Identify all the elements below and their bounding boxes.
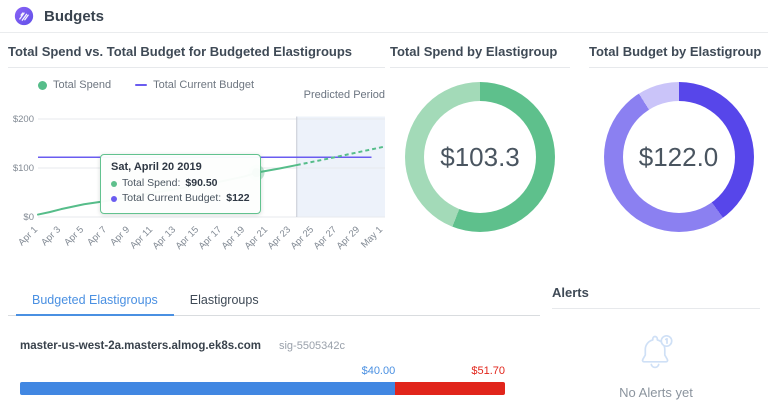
legend-label: Total Spend bbox=[53, 79, 111, 91]
section-divider bbox=[8, 67, 385, 68]
section-divider bbox=[589, 67, 768, 68]
svg-text:Apr 7: Apr 7 bbox=[85, 224, 109, 248]
svg-text:Apr 25: Apr 25 bbox=[289, 224, 317, 252]
tooltip-spend-row: Total Spend: $90.50 bbox=[111, 176, 250, 191]
total-budget-donut-section: Total Budget by Elastigroup $122.0 bbox=[589, 44, 768, 232]
alerts-section: Alerts No Alerts yet bbox=[552, 285, 760, 400]
svg-text:$100: $100 bbox=[13, 163, 34, 174]
svg-text:Apr 17: Apr 17 bbox=[197, 224, 225, 252]
page-title: Budgets bbox=[44, 8, 104, 25]
tooltip-date: Sat, April 20 2019 bbox=[111, 161, 250, 173]
budget-bar bbox=[20, 382, 505, 395]
legend-total-spend[interactable]: Total Spend bbox=[38, 79, 111, 91]
legend-total-current-budget[interactable]: Total Current Budget bbox=[135, 79, 254, 91]
bell-icon bbox=[633, 329, 679, 373]
svg-text:Apr 27: Apr 27 bbox=[312, 224, 340, 252]
budget-bar-over bbox=[395, 382, 505, 395]
total-budget-donut-title: Total Budget by Elastigroup bbox=[589, 44, 768, 59]
svg-text:Apr 1: Apr 1 bbox=[16, 224, 40, 248]
svg-text:Apr 3: Apr 3 bbox=[39, 224, 63, 248]
chart-tooltip: Sat, April 20 2019 Total Spend: $90.50 T… bbox=[100, 154, 261, 214]
section-divider bbox=[552, 308, 760, 309]
legend-label: Total Current Budget bbox=[153, 79, 254, 91]
tab-elastigroups[interactable]: Elastigroups bbox=[174, 285, 275, 316]
tooltip-budget-value: $122 bbox=[226, 191, 249, 206]
app-header: Budgets bbox=[0, 0, 768, 33]
budget-bar-blue-label: $40.00 bbox=[362, 365, 396, 377]
tooltip-spend-label: Total Spend: bbox=[122, 176, 180, 191]
section-divider bbox=[390, 67, 570, 68]
svg-text:May 1: May 1 bbox=[359, 224, 385, 250]
tab-budgeted-elastigroups[interactable]: Budgeted Elastigroups bbox=[16, 285, 174, 316]
elastigroup-name[interactable]: master-us-west-2a.masters.almog.ek8s.com bbox=[20, 340, 261, 352]
total-spend-value: $103.3 bbox=[440, 142, 520, 173]
donut-center: $122.0 bbox=[623, 101, 735, 213]
elastigroup-sig: sig-5505342c bbox=[279, 340, 345, 352]
svg-text:Apr 23: Apr 23 bbox=[266, 224, 294, 252]
svg-text:Apr 15: Apr 15 bbox=[174, 224, 202, 252]
donut-center: $103.3 bbox=[424, 101, 536, 213]
svg-text:Apr 5: Apr 5 bbox=[62, 224, 86, 248]
budget-bar-within bbox=[20, 382, 395, 395]
spotinst-logo-icon[interactable] bbox=[14, 6, 34, 26]
svg-text:Apr 19: Apr 19 bbox=[220, 224, 248, 252]
total-spend-donut-chart[interactable]: $103.3 bbox=[405, 82, 555, 232]
svg-text:Apr 29: Apr 29 bbox=[335, 224, 363, 252]
elastigroup-row[interactable]: master-us-west-2a.masters.almog.ek8s.com… bbox=[20, 340, 540, 352]
svg-text:Apr 13: Apr 13 bbox=[151, 224, 179, 252]
total-spend-donut-title: Total Spend by Elastigroup bbox=[390, 44, 570, 59]
budget-line-icon bbox=[135, 84, 147, 86]
tooltip-budget-row: Total Current Budget: $122 bbox=[111, 191, 250, 206]
spend-line-chart-area: $0$100$200Apr 1Apr 3Apr 5Apr 7Apr 9Apr 1… bbox=[8, 98, 385, 266]
svg-text:$0: $0 bbox=[23, 212, 34, 223]
svg-text:$200: $200 bbox=[13, 114, 34, 125]
total-spend-dot-icon bbox=[38, 81, 47, 90]
total-budget-value: $122.0 bbox=[639, 142, 719, 173]
budget-bar-red-label: $51.70 bbox=[471, 365, 505, 377]
no-alerts-text: No Alerts yet bbox=[552, 385, 760, 400]
total-budget-donut-chart[interactable]: $122.0 bbox=[604, 82, 754, 232]
spend-vs-budget-title: Total Spend vs. Total Budget for Budgete… bbox=[8, 44, 385, 59]
tooltip-budget-label: Total Current Budget: bbox=[122, 191, 221, 206]
budget-bullet-icon bbox=[111, 196, 117, 202]
spend-vs-budget-section: Total Spend vs. Total Budget for Budgete… bbox=[8, 44, 385, 266]
svg-text:Apr 21: Apr 21 bbox=[243, 224, 271, 252]
alerts-title: Alerts bbox=[552, 285, 760, 300]
budget-usage-bar: $40.00 $51.70 bbox=[20, 382, 505, 395]
chart-legend: Total Spend Total Current Budget Predict… bbox=[8, 78, 385, 92]
spend-bullet-icon bbox=[111, 181, 117, 187]
tooltip-spend-value: $90.50 bbox=[185, 176, 217, 191]
total-spend-donut-section: Total Spend by Elastigroup $103.3 bbox=[390, 44, 570, 232]
elastigroups-panel: Budgeted Elastigroups Elastigroups maste… bbox=[8, 285, 540, 395]
svg-text:Apr 11: Apr 11 bbox=[128, 224, 155, 251]
elastigroups-tabs: Budgeted Elastigroups Elastigroups bbox=[8, 285, 540, 316]
